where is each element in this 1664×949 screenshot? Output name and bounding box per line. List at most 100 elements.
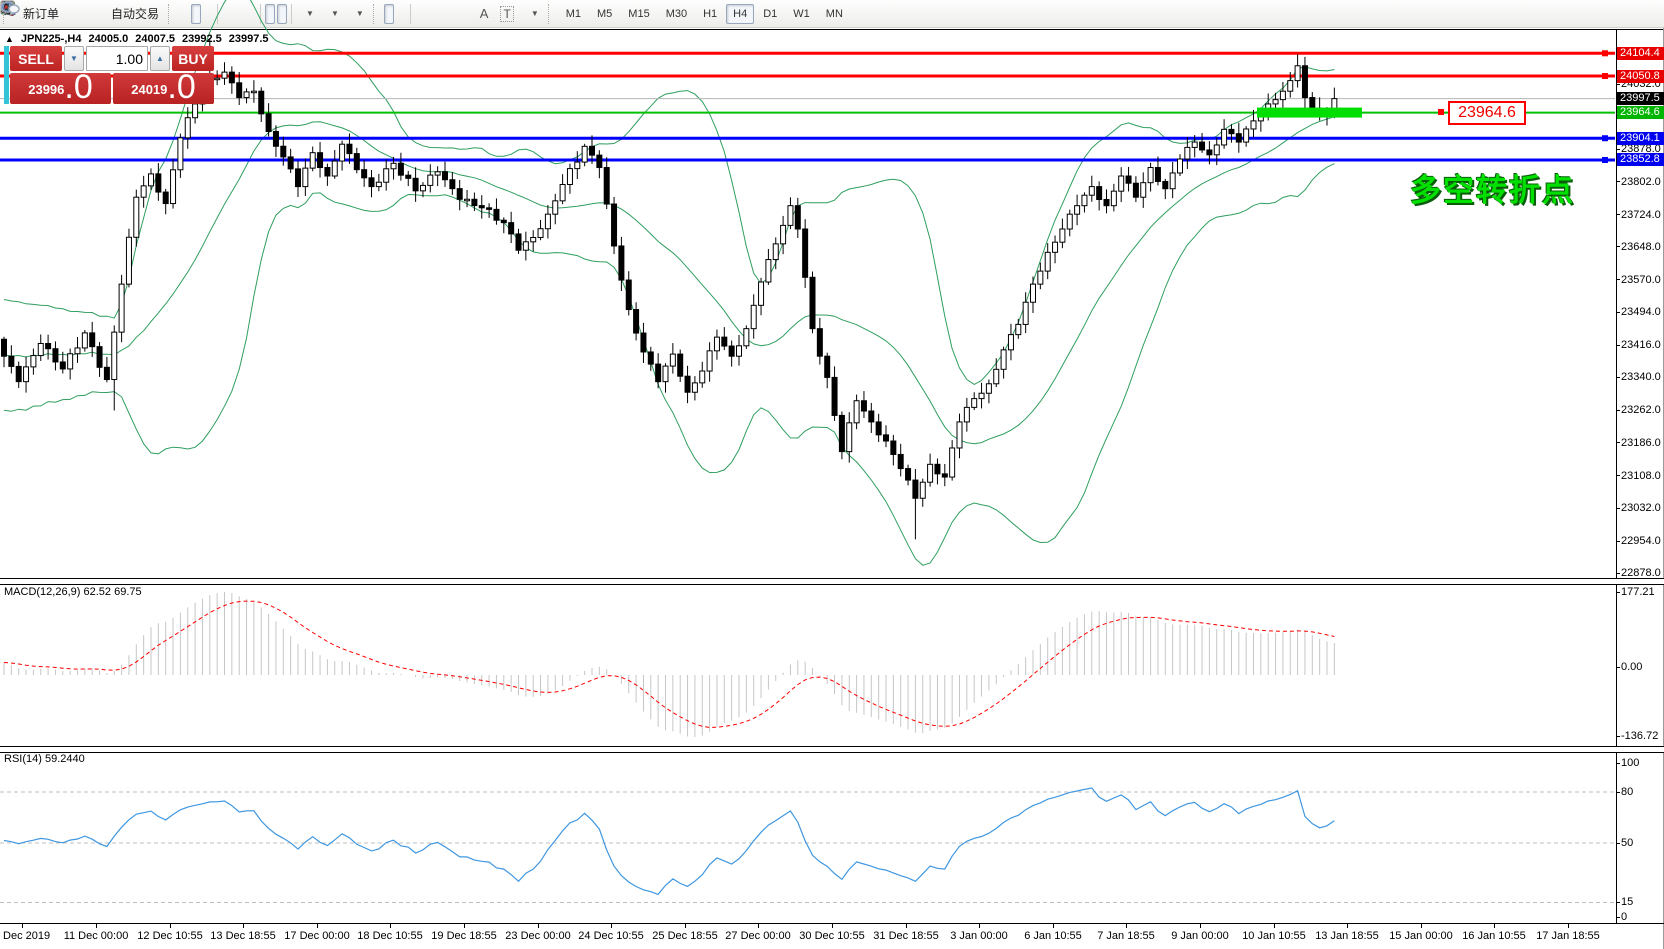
ohlc-low: 23992.5 — [182, 33, 222, 45]
buy-price-main: 24019 — [131, 82, 167, 97]
time-tick-label: 31 Dec 18:55 — [873, 930, 938, 942]
bull-candle — [751, 305, 756, 328]
bull-candle — [1141, 183, 1146, 198]
bear-candle — [832, 377, 837, 415]
time-tick-mark — [832, 924, 833, 928]
bull-candle — [1038, 271, 1043, 284]
macd-scale-label: -136.72 — [1621, 730, 1658, 742]
macd-signal-line — [4, 601, 1334, 727]
bear-candle — [597, 155, 602, 167]
time-tick-label: 25 Dec 18:55 — [652, 930, 717, 942]
time-tick-mark — [1126, 924, 1127, 928]
time-tick-mark — [317, 924, 318, 928]
bull-candle — [1031, 284, 1036, 302]
bull-candle — [1192, 142, 1197, 147]
bull-candle — [465, 199, 470, 201]
price-tick-mark — [1616, 312, 1620, 313]
panel-collapse-strip[interactable] — [4, 46, 9, 104]
bull-candle — [435, 172, 440, 175]
bear-candle — [354, 154, 359, 170]
bull-candle — [376, 182, 381, 186]
bull-candle — [1053, 242, 1058, 252]
hline-marker[interactable] — [1602, 73, 1608, 79]
price-level-label: 24104.4 — [1617, 47, 1664, 60]
buy-price-display[interactable]: 24019 .0 — [113, 73, 214, 104]
bear-candle — [97, 347, 102, 368]
bull-candle — [523, 242, 528, 250]
bull-candle — [986, 384, 991, 393]
macd-indicator[interactable] — [4, 592, 1334, 737]
time-tick-label: 17 Jan 18:55 — [1536, 930, 1600, 942]
bull-candle — [31, 356, 36, 367]
bull-candle — [1170, 173, 1175, 189]
bear-candle — [1104, 199, 1109, 205]
hline-marker[interactable] — [1602, 135, 1608, 141]
time-tick-label: 13 Jan 18:55 — [1315, 930, 1379, 942]
price-callout-box[interactable]: 23964.6 — [1448, 101, 1526, 125]
sell-price-display[interactable]: 23996 .0 — [10, 73, 111, 104]
collapse-triangle-icon[interactable]: ▲ — [5, 34, 14, 44]
price-level-label: 24050.8 — [1617, 70, 1664, 83]
time-tick-mark — [685, 924, 686, 928]
rsi-value: 59.2440 — [45, 753, 85, 765]
bear-candle — [494, 209, 499, 220]
bear-candle — [259, 91, 264, 114]
hline-marker[interactable] — [1602, 157, 1608, 163]
bull-candle — [1060, 229, 1065, 242]
hline-marker[interactable] — [1602, 50, 1608, 56]
bear-candle — [1133, 183, 1138, 197]
price-tick-mark — [1616, 214, 1620, 215]
bear-candle — [46, 343, 51, 348]
bull-candle — [692, 383, 697, 392]
bear-candle — [1155, 168, 1160, 182]
bear-candle — [501, 220, 506, 222]
bear-candle — [876, 422, 881, 435]
callout-anchor-square[interactable] — [1438, 109, 1444, 115]
symbol-info-bar: ▲ JPN225-,H4 24005.0 24007.5 23992.5 239… — [5, 33, 269, 45]
bear-candle — [906, 469, 911, 481]
bull-candle — [134, 197, 139, 237]
symbol-name: JPN225-,H4 — [21, 33, 82, 45]
green-highlight-bar[interactable] — [1257, 108, 1362, 118]
bull-candle — [244, 92, 249, 98]
time-tick-mark — [1568, 924, 1569, 928]
bear-candle — [604, 168, 609, 205]
bear-candle — [1200, 142, 1205, 150]
bull-candle — [303, 168, 308, 186]
chart-surface[interactable] — [0, 0, 1664, 949]
one-click-trading-panel: SELL ▼ ▲ BUY 23996 .0 24019 .0 — [4, 46, 214, 104]
bear-candle — [1163, 181, 1168, 188]
bear-candle — [443, 172, 448, 180]
time-tick-mark — [1347, 924, 1348, 928]
bollinger-lower-band — [4, 164, 1334, 566]
bull-candle — [222, 72, 227, 78]
time-tick-mark — [906, 924, 907, 928]
bull-candle — [340, 144, 345, 161]
bear-candle — [803, 229, 808, 277]
bull-candle — [68, 354, 73, 369]
rsi-indicator[interactable] — [0, 788, 1615, 903]
price-tick-label: 22954.0 — [1621, 535, 1661, 547]
bear-candle — [479, 206, 484, 208]
bear-candle — [612, 204, 617, 246]
volume-input[interactable] — [86, 46, 148, 71]
bear-candle — [1207, 150, 1212, 155]
price-tick-label: 23032.0 — [1621, 502, 1661, 514]
bull-candle — [1075, 206, 1080, 214]
bear-candle — [509, 223, 514, 234]
bull-candle — [950, 448, 955, 477]
bear-candle — [825, 356, 830, 377]
price-tick-label: 23262.0 — [1621, 404, 1661, 416]
chart-text-annotation[interactable]: 多空转折点 — [1410, 165, 1575, 210]
sell-button[interactable]: SELL — [10, 46, 62, 71]
bull-candle — [582, 146, 587, 162]
bull-candle — [149, 174, 154, 186]
rsi-scale-label: 0 — [1621, 911, 1627, 923]
bull-candle — [171, 170, 176, 204]
macd-label: MACD(12,26,9) 62.52 69.75 — [4, 586, 142, 598]
time-tick-mark — [1421, 924, 1422, 928]
bull-candle — [310, 153, 315, 168]
macd-scale-label: 177.21 — [1621, 586, 1655, 598]
bull-candle — [766, 260, 771, 282]
bull-candle — [531, 237, 536, 241]
